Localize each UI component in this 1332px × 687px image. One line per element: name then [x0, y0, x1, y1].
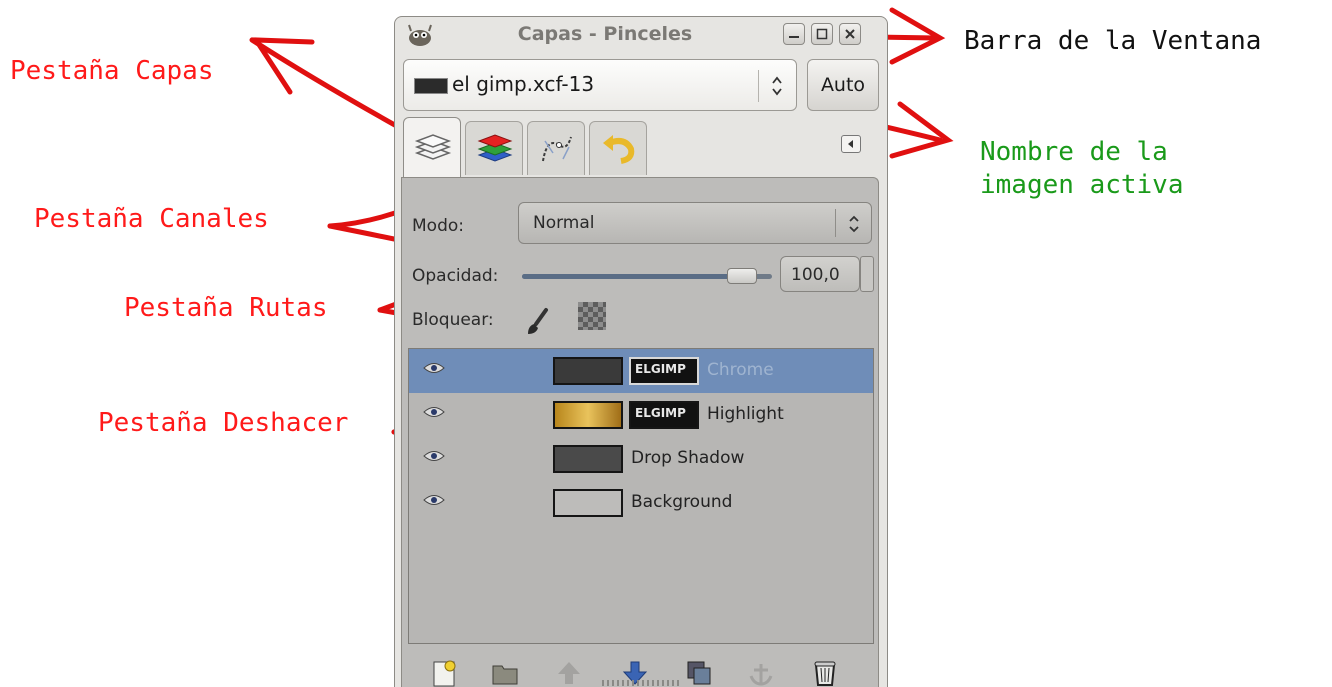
triangle-left-icon — [848, 140, 853, 148]
dock-window: Capas - Pinceles el gimp.xcf-13 Auto Mod… — [394, 16, 888, 687]
window-title: Capas - Pinceles — [517, 23, 693, 45]
layer-thumbnail — [553, 357, 623, 385]
new-group-icon[interactable] — [490, 658, 520, 687]
mask-text: ELGIMP — [635, 406, 686, 420]
eye-icon[interactable] — [423, 493, 445, 507]
layer-name: Chrome — [707, 360, 774, 380]
annotation-pestana-capas: Pestaña Capas — [10, 56, 214, 86]
annotation-nombre-imagen: Nombre de la imagen activa — [980, 137, 1184, 200]
arrow-capas-head — [251, 37, 315, 95]
annotation-pestana-deshacer: Pestaña Deshacer — [98, 408, 349, 438]
opacity-value: 100,0 — [791, 265, 840, 285]
mode-separator — [835, 209, 836, 237]
layer-mask-thumbnail: ELGIMP — [629, 401, 699, 429]
slider-handle[interactable] — [727, 268, 757, 284]
auto-button[interactable]: Auto — [807, 59, 879, 111]
layer-row[interactable]: ELGIMP Chrome — [409, 349, 873, 393]
annotation-pestana-rutas: Pestaña Rutas — [124, 293, 328, 323]
layers-icon — [414, 134, 452, 160]
updown-arrow-icon — [849, 215, 859, 233]
mask-text: ELGIMP — [635, 362, 686, 376]
tab-layers[interactable] — [403, 117, 461, 177]
mode-select[interactable]: Normal — [518, 202, 872, 244]
layer-name: Highlight — [707, 404, 784, 424]
anchor-layer-icon[interactable] — [746, 658, 776, 687]
arrow-nombre-head — [889, 101, 954, 159]
eye-icon[interactable] — [423, 405, 445, 419]
layer-name: Background — [631, 492, 733, 512]
tab-paths[interactable] — [527, 121, 585, 175]
window-titlebar[interactable]: Capas - Pinceles — [395, 17, 887, 57]
paths-icon — [542, 136, 572, 162]
image-selector[interactable]: el gimp.xcf-13 — [403, 59, 797, 111]
annotation-pestana-canales: Pestaña Canales — [34, 204, 269, 234]
close-icon — [845, 29, 855, 39]
updown-arrow-icon — [772, 76, 782, 96]
maximize-button[interactable] — [811, 23, 833, 45]
opacity-spinbutton[interactable]: 100,0 — [780, 256, 860, 292]
layer-thumbnail — [553, 401, 623, 429]
layer-row[interactable]: Drop Shadow — [409, 437, 873, 481]
dock-tabs — [403, 117, 879, 177]
close-button[interactable] — [839, 23, 861, 45]
layer-row[interactable]: ELGIMP Highlight — [409, 393, 873, 437]
annotation-barra-ventana: Barra de la Ventana — [964, 26, 1262, 56]
image-thumbnail — [414, 78, 448, 94]
mode-value: Normal — [533, 213, 595, 233]
opacity-stepper[interactable] — [860, 256, 874, 292]
layer-list[interactable]: ELGIMP Chrome ELGIMP Highlight Drop Shad… — [408, 348, 874, 644]
resize-grip[interactable] — [602, 680, 682, 686]
duplicate-layer-icon[interactable] — [684, 658, 714, 687]
tab-menu-button[interactable] — [841, 135, 861, 153]
tab-channels[interactable] — [465, 121, 523, 175]
opacity-label: Opacidad: — [412, 266, 499, 286]
tab-undo[interactable] — [589, 121, 647, 175]
layer-mask-thumbnail: ELGIMP — [629, 357, 699, 385]
opacity-slider[interactable] — [522, 268, 772, 284]
lock-alpha-checker-icon[interactable] — [578, 302, 606, 330]
raise-layer-icon[interactable] — [554, 658, 584, 687]
layer-name: Drop Shadow — [631, 448, 745, 468]
layers-panel: Modo: Normal Opacidad: 100,0 Bloquear: E… — [401, 177, 879, 687]
minimize-button[interactable] — [783, 23, 805, 45]
eye-icon[interactable] — [423, 449, 445, 463]
lock-label: Bloquear: — [412, 310, 494, 330]
image-name: el gimp.xcf-13 — [452, 72, 595, 96]
eye-icon[interactable] — [423, 361, 445, 375]
mode-label: Modo: — [412, 216, 464, 236]
lock-pixels-brush-icon[interactable] — [524, 306, 552, 336]
layer-thumbnail — [553, 489, 623, 517]
delete-layer-icon[interactable] — [810, 658, 840, 687]
new-layer-icon[interactable] — [430, 658, 460, 687]
combo-separator — [758, 70, 759, 102]
undo-icon — [603, 135, 635, 164]
minimize-icon — [789, 36, 799, 38]
slider-fill — [522, 274, 742, 279]
layer-thumbnail — [553, 445, 623, 473]
maximize-icon — [816, 28, 828, 40]
channels-icon — [477, 134, 513, 162]
arrow-ventana-head — [889, 7, 946, 65]
layer-row[interactable]: Background — [409, 481, 873, 525]
